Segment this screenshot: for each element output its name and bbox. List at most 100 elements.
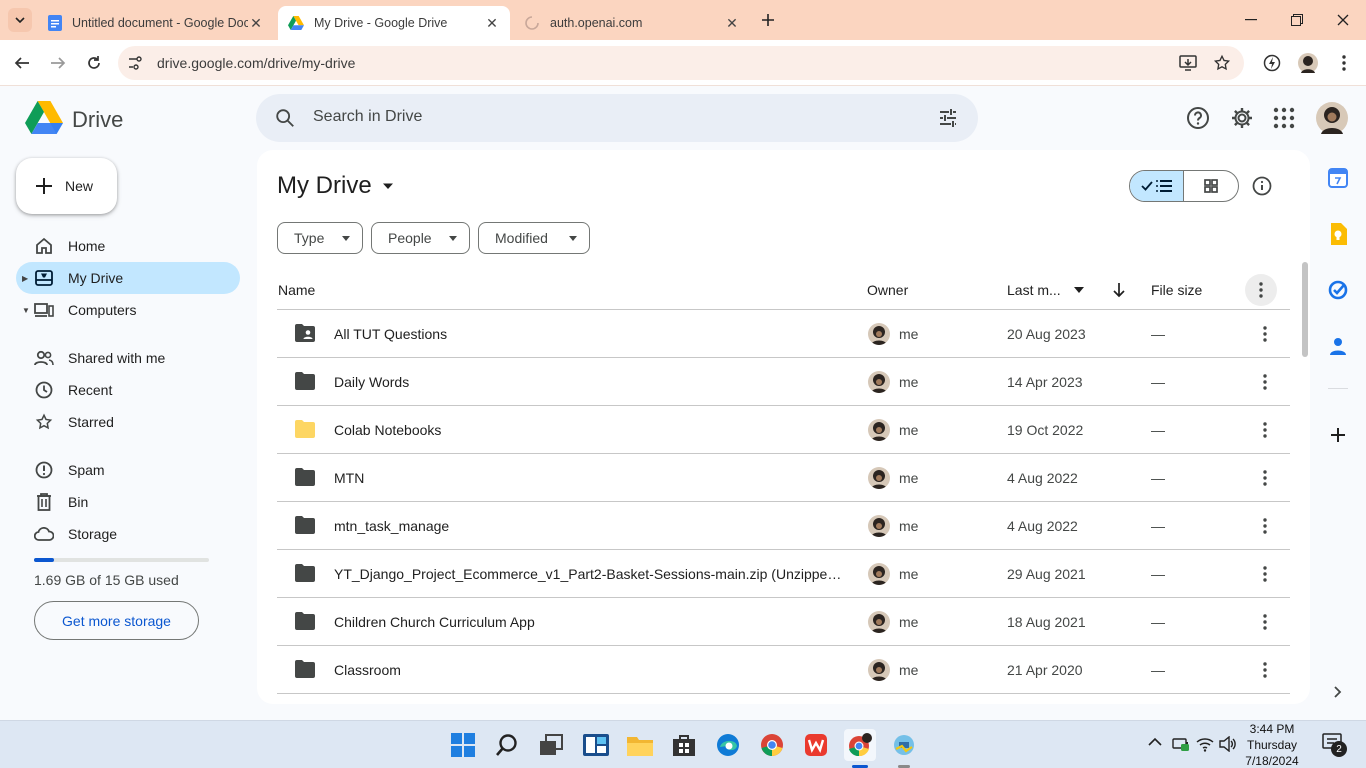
file-name[interactable]: YT_Django_Project_Ecommerce_v1_Part2-Bas… (334, 566, 849, 582)
caret-down-icon[interactable] (1074, 287, 1084, 293)
browser-tab-docs[interactable]: Untitled document - Google Docs ✕ (38, 6, 274, 40)
column-file-size[interactable]: File size (1151, 282, 1202, 298)
file-name[interactable]: All TUT Questions (334, 326, 849, 342)
close-icon[interactable]: ✕ (484, 15, 500, 32)
keep-icon[interactable] (1327, 223, 1349, 245)
minimize-button[interactable] (1228, 0, 1274, 40)
column-options-button[interactable] (1245, 274, 1277, 306)
table-row[interactable]: MTN me 4 Aug 2022 — (277, 454, 1290, 502)
search-bar[interactable]: Search in Drive (256, 94, 978, 142)
file-name[interactable]: mtn_task_manage (334, 518, 849, 534)
filter-people-chip[interactable]: People (371, 222, 470, 254)
file-name[interactable]: Children Church Curriculum App (334, 614, 849, 630)
grid-view-button[interactable] (1184, 171, 1238, 201)
file-name[interactable]: Classroom (334, 662, 849, 678)
windows-start-icon[interactable] (447, 729, 479, 761)
close-window-button[interactable] (1320, 0, 1366, 40)
edge-browser-icon[interactable] (712, 729, 744, 761)
more-actions-button[interactable] (1253, 466, 1277, 490)
more-actions-button[interactable] (1253, 418, 1277, 442)
close-icon[interactable]: ✕ (724, 15, 740, 32)
account-avatar[interactable] (1316, 102, 1348, 134)
sidebar-item-recent[interactable]: Recent (16, 374, 240, 406)
chevron-up-icon[interactable] (1148, 737, 1162, 746)
get-more-storage-button[interactable]: Get more storage (34, 601, 199, 640)
column-owner[interactable]: Owner (867, 282, 908, 298)
apps-grid-icon[interactable] (1273, 107, 1295, 129)
browser-tab-openai[interactable]: auth.openai.com ✕ (514, 6, 750, 40)
sort-arrow-down-icon[interactable] (1113, 282, 1125, 298)
drive-logo-icon[interactable] (25, 101, 63, 135)
search-options-icon[interactable] (938, 108, 958, 128)
product-name[interactable]: Drive (72, 107, 123, 133)
forward-button[interactable] (46, 51, 70, 75)
wps-office-icon[interactable] (800, 729, 832, 761)
file-name[interactable]: Colab Notebooks (334, 422, 849, 438)
table-row[interactable]: Children Church Curriculum App me 18 Aug 2… (277, 598, 1290, 646)
more-actions-button[interactable] (1253, 322, 1277, 346)
profile-avatar[interactable] (1296, 51, 1320, 75)
search-icon[interactable] (274, 107, 296, 129)
close-icon[interactable]: ✕ (248, 15, 264, 32)
volume-icon[interactable] (1219, 736, 1237, 752)
store-icon[interactable] (668, 729, 700, 761)
tab-search-button[interactable] (8, 8, 32, 32)
task-view-icon[interactable] (535, 729, 567, 761)
scrollbar-thumb[interactable] (1302, 262, 1308, 357)
chrome-profile-icon[interactable] (844, 729, 876, 761)
contacts-icon[interactable] (1327, 335, 1349, 357)
back-button[interactable] (10, 51, 34, 75)
file-explorer-icon[interactable] (624, 729, 656, 761)
help-icon[interactable] (1186, 106, 1210, 130)
table-row[interactable]: Colab Notebooks me 19 Oct 2022 — (277, 406, 1290, 454)
system-clock[interactable]: 3:44 PM Thursday 7/18/2024 (1236, 721, 1308, 768)
add-addon-icon[interactable] (1327, 424, 1349, 446)
table-row[interactable]: mtn_task_manage me 4 Aug 2022 — (277, 502, 1290, 550)
sidebar-item-shared[interactable]: Shared with me (16, 342, 240, 374)
address-bar[interactable]: drive.google.com/drive/my-drive (118, 46, 1244, 80)
settings-gear-icon[interactable] (1230, 106, 1254, 130)
browser-menu-button[interactable] (1332, 51, 1356, 75)
more-actions-button[interactable] (1253, 562, 1277, 586)
wifi-icon[interactable] (1196, 736, 1214, 752)
install-app-icon[interactable] (1179, 54, 1197, 72)
star-icon[interactable] (1213, 54, 1231, 72)
notifications-button[interactable]: 2 (1322, 733, 1348, 757)
sidebar-item-home[interactable]: Home (16, 230, 240, 262)
caret-down-icon[interactable]: ▼ (22, 306, 30, 315)
file-name[interactable]: MTN (334, 470, 849, 486)
search-icon[interactable] (491, 729, 523, 761)
sidebar-item-bin[interactable]: Bin (16, 486, 240, 518)
python-idle-icon[interactable] (888, 729, 920, 761)
more-actions-button[interactable] (1253, 610, 1277, 634)
chrome-icon[interactable] (756, 729, 788, 761)
search-input[interactable]: Search in Drive (313, 108, 422, 126)
calendar-icon[interactable] (1327, 167, 1349, 189)
restore-button[interactable] (1274, 0, 1320, 40)
info-icon[interactable] (1252, 176, 1272, 196)
more-actions-button[interactable] (1253, 370, 1277, 394)
widgets-icon[interactable] (580, 729, 612, 761)
browser-tab-drive[interactable]: My Drive - Google Drive ✕ (278, 6, 510, 40)
extensions-button[interactable] (1260, 51, 1284, 75)
table-row[interactable]: Classroom me 21 Apr 2020 — (277, 646, 1290, 694)
sidebar-item-spam[interactable]: Spam (16, 454, 240, 486)
caret-right-icon[interactable]: ▶ (22, 274, 28, 283)
new-tab-button[interactable] (758, 10, 778, 30)
sidebar-item-computers[interactable]: ▼ Computers (16, 294, 240, 326)
column-modified[interactable]: Last m... (1007, 282, 1061, 298)
sidebar-item-my-drive[interactable]: ▶ My Drive (16, 262, 240, 294)
more-actions-button[interactable] (1253, 658, 1277, 682)
list-view-button[interactable] (1130, 171, 1185, 201)
table-row[interactable]: All TUT Questions me 20 Aug 2023 — (277, 310, 1290, 358)
column-name[interactable]: Name (278, 282, 315, 298)
battery-icon[interactable] (1172, 737, 1190, 751)
site-info-icon[interactable] (126, 54, 144, 72)
filter-type-chip[interactable]: Type (277, 222, 363, 254)
sidebar-item-starred[interactable]: Starred (16, 406, 240, 438)
page-title[interactable]: My Drive (277, 172, 394, 200)
filter-modified-chip[interactable]: Modified (478, 222, 590, 254)
sidebar-item-storage[interactable]: Storage (16, 518, 240, 550)
more-actions-button[interactable] (1253, 514, 1277, 538)
table-row[interactable]: Daily Words me 14 Apr 2023 — (277, 358, 1290, 406)
